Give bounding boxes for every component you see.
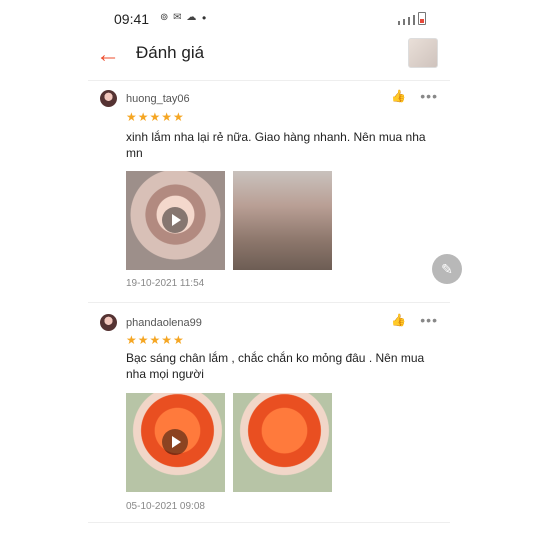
product-thumbnail[interactable] [408, 38, 438, 68]
status-right-icons [398, 12, 426, 25]
status-dot: • [202, 11, 207, 25]
review-video[interactable] [126, 171, 225, 270]
play-icon [162, 429, 188, 455]
review-text: xinh lắm nha lại rẻ nữa. Giao hàng nhanh… [126, 130, 426, 160]
status-time: 09:41 [114, 11, 150, 27]
edit-icon[interactable]: ✎ [432, 254, 462, 284]
review-username[interactable]: phandaolena99 [126, 317, 202, 329]
more-icon[interactable]: ••• [420, 88, 438, 104]
review-username[interactable]: huong_tay06 [126, 93, 190, 105]
more-icon[interactable]: ••• [420, 312, 438, 328]
review-image[interactable] [233, 393, 332, 492]
review-item: phandaolena99 👍 ••• ★★★★★ Bạc sáng chân … [88, 304, 450, 524]
play-icon [162, 207, 188, 233]
review-image[interactable] [233, 171, 332, 270]
rating-stars: ★★★★★ [126, 333, 185, 347]
review-date: 05-10-2021 09:08 [126, 501, 205, 512]
status-bar: 09:41 ⊚ ✉ ☁ • [88, 0, 450, 38]
review-divider [88, 522, 450, 523]
avatar[interactable] [100, 314, 117, 331]
page-title: Đánh giá [136, 43, 205, 62]
thumbs-up-icon[interactable]: 👍 [391, 313, 406, 327]
signal-icon-1 [403, 19, 405, 25]
app-bar: ← Đánh giá [88, 38, 450, 81]
wifi-icon [398, 21, 400, 25]
review-item: huong_tay06 👍 ••• ★★★★★ xinh lắm nha lại… [88, 82, 462, 298]
arrow-left-icon[interactable]: ← [96, 42, 124, 70]
review-screen: 09:41 ⊚ ✉ ☁ • ← Đánh giá huong_tay06 👍 •… [88, 0, 462, 537]
review-date: 19-10-2021 11:54 [126, 278, 205, 289]
battery-icon [418, 12, 426, 25]
signal-icon-3 [413, 15, 415, 25]
avatar[interactable] [100, 90, 117, 107]
review-divider [88, 302, 450, 303]
review-video[interactable] [126, 393, 225, 492]
review-text: Bạc sáng chân lắm , chắc chắn ko mỏng đâ… [126, 351, 425, 381]
thumbs-up-icon[interactable]: 👍 [391, 89, 406, 103]
signal-icon-2 [408, 17, 410, 25]
status-notification-icons: ⊚ ✉ ☁ [160, 12, 198, 23]
rating-stars: ★★★★★ [126, 110, 185, 124]
